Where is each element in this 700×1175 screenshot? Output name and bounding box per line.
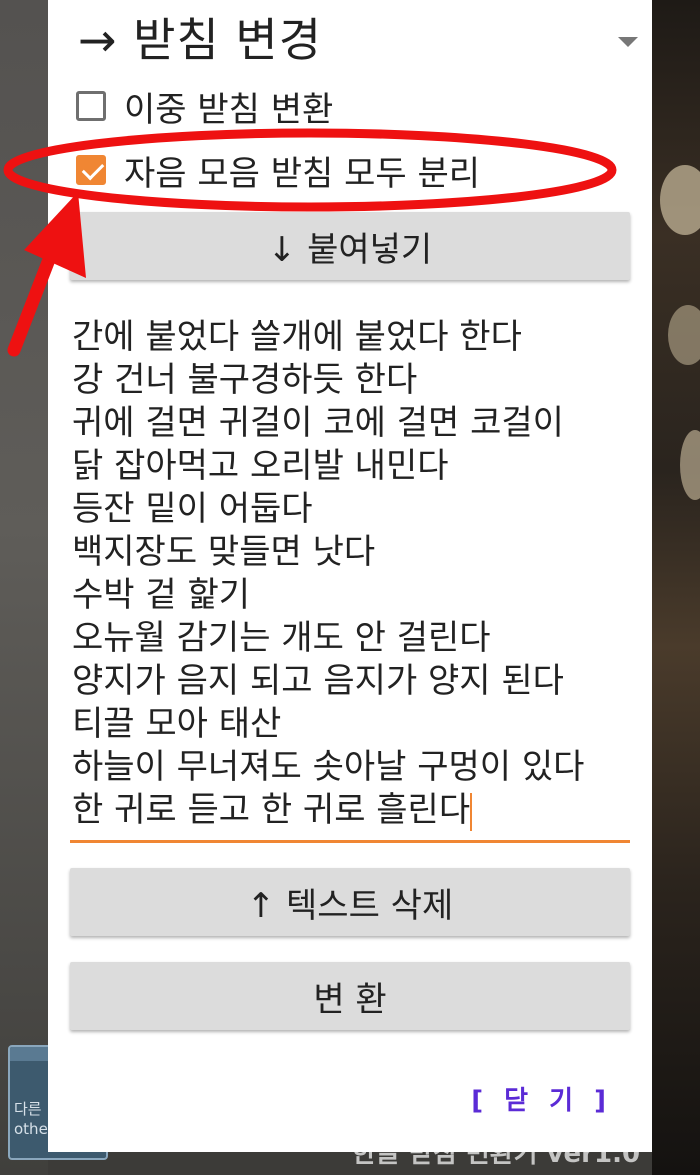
delete-text-button[interactable]: ↑ 텍스트 삭제 [70, 868, 630, 936]
split-all-checkbox[interactable] [76, 155, 106, 185]
text-line-last-content: 한 귀로 듣고 한 귀로 흘린다 [72, 790, 471, 830]
convert-button[interactable]: 변 환 [70, 962, 630, 1030]
dialog-header[interactable]: → 받침 변경 [78, 8, 638, 72]
text-line: 등잔 밑이 어둡다 [72, 489, 313, 529]
convert-options-dialog: → 받침 변경 이중 받침 변환 자음 모음 받침 모두 분리 ↓ 붙여넣기 간… [48, 0, 652, 1152]
paste-button[interactable]: ↓ 붙여넣기 [70, 212, 630, 280]
background-app-left [0, 0, 48, 1175]
option-split-all[interactable]: 자음 모음 받침 모두 분리 [76, 148, 481, 194]
text-line: 티끌 모아 태산 [72, 704, 282, 744]
text-line: 강 건너 불구경하듯 한다 [72, 360, 418, 400]
double-batchim-label: 이중 받침 변환 [124, 89, 334, 130]
text-line: 백지장도 맞들면 낫다 [72, 532, 376, 572]
text-line: 귀에 걸면 귀걸이 코에 걸면 코걸이 [72, 403, 564, 443]
text-line: 하늘이 무너져도 솟아날 구멍이 있다 [72, 747, 585, 787]
text-line: 닭 잡아먹고 오리발 내민다 [72, 446, 449, 486]
text-line: 간에 붙었다 쓸개에 붙었다 한다 [72, 317, 522, 357]
background-image-fragment [668, 305, 700, 365]
close-link[interactable]: [ 닫 기 ] [471, 1080, 612, 1117]
text-cursor [470, 792, 473, 831]
dropdown-caret-icon[interactable] [618, 37, 638, 47]
double-batchim-checkbox[interactable] [76, 91, 106, 121]
text-line-last: 한 귀로 듣고 한 귀로 흘린다 [70, 789, 630, 832]
option-double-batchim[interactable]: 이중 받침 변환 [76, 84, 334, 130]
text-input-area[interactable]: 간에 붙었다 쓸개에 붙었다 한다 강 건너 불구경하듯 한다 귀에 걸면 귀걸… [70, 316, 630, 843]
text-line: 수박 겉 핥기 [72, 575, 251, 615]
text-line: 양지가 음지 되고 음지가 양지 된다 [72, 661, 564, 701]
text-line: 오뉴월 감기는 개도 안 걸린다 [72, 618, 491, 658]
split-all-label: 자음 모음 받침 모두 분리 [124, 153, 481, 194]
dialog-title: → 받침 변경 [78, 13, 323, 67]
